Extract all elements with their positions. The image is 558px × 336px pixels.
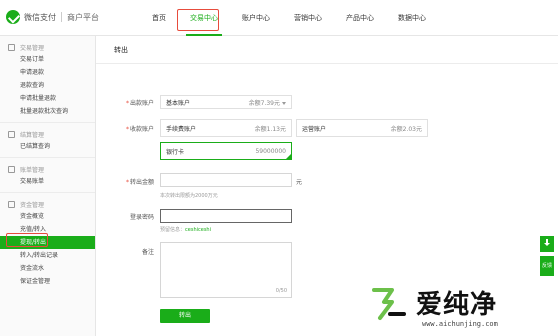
brand-name: 微信支付 [24, 12, 56, 22]
brand-subtitle: 商户平台 [67, 12, 99, 22]
account-option-name: 银行卡 [166, 148, 185, 156]
sidebar-group-header: 结算管理 [0, 129, 95, 140]
sidebar-item-transfer-records[interactable]: 转入/转出记录 [0, 249, 95, 262]
account-option-balance: 余额2.03元 [390, 125, 422, 133]
aichunjing-logo-icon [370, 284, 408, 322]
reserved-info-hint: 预留信息：ceshiceshi [160, 226, 211, 233]
account-option-fee[interactable]: 手续费账户 余额1.13元 [160, 119, 292, 137]
remark-char-counter: 0/50 [275, 288, 287, 294]
sidebar-group-bills: 账单管理 交易账单 [0, 158, 95, 193]
account-option-name: 运营账户 [302, 125, 327, 133]
amount-label-text: 转出金额 [129, 179, 154, 186]
reserved-info-prefix: 预留信息： [160, 227, 186, 233]
bill-icon [8, 166, 15, 173]
sidebar-item-fund-flow[interactable]: 资金流水 [0, 262, 95, 275]
out-account-select[interactable]: 基本账户 余额7.39元 [160, 95, 292, 109]
sidebar-item-transaction-bill[interactable]: 交易账单 [0, 175, 95, 188]
sidebar-highlight-box [6, 233, 48, 247]
out-account-balance-wrap: 余额7.39元 [249, 98, 286, 107]
account-option-bankcard[interactable]: 银行卡 59000000 [160, 142, 292, 160]
required-mark: * [125, 179, 129, 186]
sidebar-group-header: 交易管理 [0, 42, 95, 53]
download-button[interactable] [540, 236, 554, 252]
nav-item-account[interactable]: 账户中心 [230, 0, 282, 36]
sidebar-item-batch-refund[interactable]: 申请批量退款 [0, 92, 95, 105]
download-icon [544, 239, 550, 247]
amount-label: *转出金额 [104, 177, 154, 186]
remark-textarea[interactable]: 0/50 [160, 242, 292, 298]
sidebar-item-refund-apply[interactable]: 申请退款 [0, 66, 95, 79]
watermark-title: 爱纯净 [416, 290, 498, 320]
reserved-info-value: ceshiceshi [185, 227, 211, 233]
nav-item-products[interactable]: 产品中心 [334, 0, 386, 36]
account-option-operation[interactable]: 运营账户 余额2.03元 [296, 119, 428, 137]
sidebar: 交易管理 交易订单 申请退款 退款查询 申请批量退款 批量退款批次查询 结算管理… [0, 36, 96, 336]
required-mark: * [125, 100, 129, 107]
nav-item-home[interactable]: 首页 [140, 0, 178, 36]
sidebar-group-title: 账单管理 [20, 167, 45, 174]
sidebar-item-funds-overview[interactable]: 资金概览 [0, 210, 95, 223]
nav-item-data[interactable]: 数据中心 [386, 0, 438, 36]
in-account-label: *收款账户 [104, 124, 154, 133]
sidebar-group-settlement: 结算管理 已结算查询 [0, 123, 95, 158]
brand[interactable]: 微信支付 商户平台 [6, 10, 99, 24]
feedback-button[interactable]: 反馈 [540, 256, 554, 276]
sidebar-item-settled-query[interactable]: 已结算查询 [0, 140, 95, 153]
amount-unit: 元 [296, 179, 303, 186]
funds-icon [8, 201, 15, 208]
transaction-icon [8, 44, 15, 51]
brand-divider [61, 12, 62, 22]
required-mark: * [125, 126, 129, 133]
nav-highlight-box [177, 9, 219, 31]
amount-input[interactable] [160, 173, 292, 187]
in-account-label-text: 收款账户 [129, 126, 154, 133]
sidebar-group-title: 资金管理 [20, 202, 45, 209]
sidebar-group-transactions: 交易管理 交易订单 申请退款 退款查询 申请批量退款 批量退款批次查询 [0, 36, 95, 123]
sidebar-group-title: 交易管理 [20, 45, 45, 52]
page-title: 转出 [96, 36, 558, 64]
sidebar-item-batch-refund-query[interactable]: 批量退款批次查询 [0, 105, 95, 118]
account-option-name: 手续费账户 [166, 125, 197, 133]
out-account-label-text: 出款账户 [129, 100, 154, 107]
sidebar-item-refund-query[interactable]: 退款查询 [0, 79, 95, 92]
password-field[interactable] [160, 209, 292, 223]
sidebar-item-deposit[interactable]: 保证金管理 [0, 275, 95, 288]
sidebar-group-title: 结算管理 [20, 132, 45, 139]
watermark-url: www.aichunjing.com [422, 320, 498, 328]
top-bar: 微信支付 商户平台 首页 交易中心 账户中心 营销中心 产品中心 数据中心 [0, 0, 558, 36]
watermark: 爱纯净 www.aichunjing.com [364, 280, 558, 336]
nav-item-marketing[interactable]: 营销中心 [282, 0, 334, 36]
sidebar-item-orders[interactable]: 交易订单 [0, 53, 95, 66]
out-account-balance: 余额7.39元 [248, 99, 280, 107]
sidebar-group-header: 资金管理 [0, 199, 95, 210]
account-option-balance: 余额1.13元 [254, 125, 286, 133]
wechat-pay-logo-icon [6, 10, 20, 24]
chevron-down-icon [282, 101, 286, 105]
remark-label: 备注 [141, 249, 154, 256]
selected-check-icon [285, 153, 292, 160]
out-account-label: *出款账户 [104, 98, 154, 107]
out-account-name: 基本账户 [166, 99, 191, 107]
password-label: 登录密码 [129, 214, 154, 221]
transfer-out-button[interactable]: 转出 [160, 309, 210, 323]
sidebar-group-header: 账单管理 [0, 164, 95, 175]
settlement-icon [8, 131, 15, 138]
amount-limit-hint: 本次转出限额为2000万元 [160, 193, 218, 199]
account-option-balance: 59000000 [255, 147, 286, 155]
